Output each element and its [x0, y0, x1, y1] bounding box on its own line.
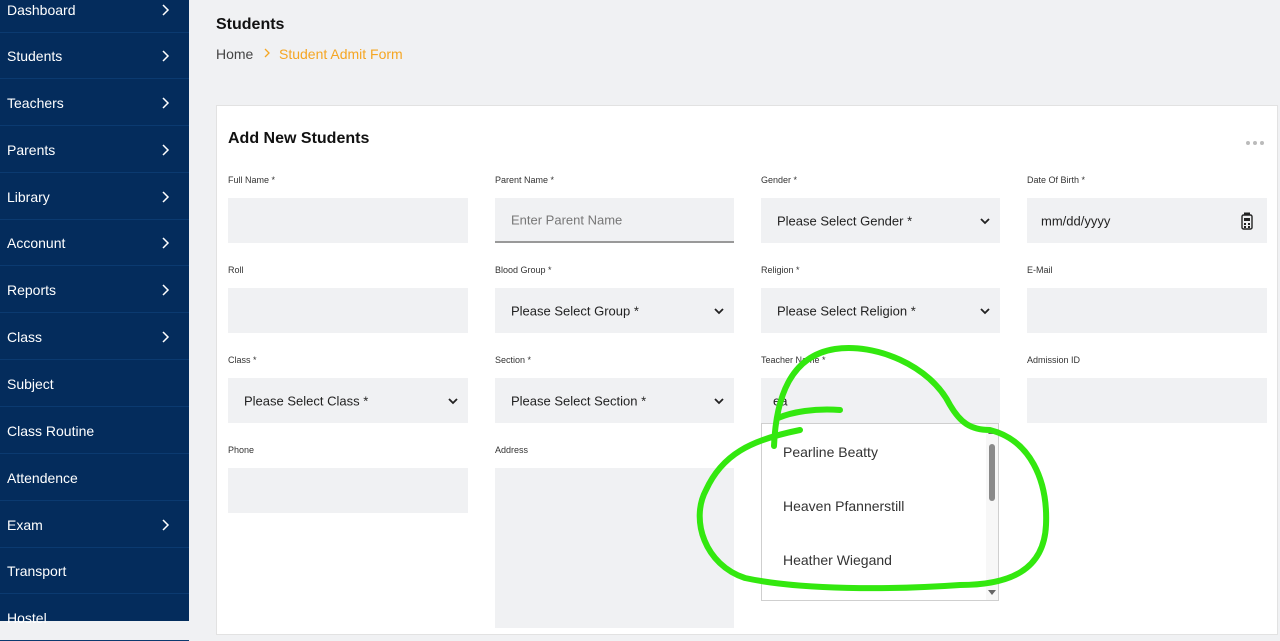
email-label: E-Mail	[1027, 265, 1053, 275]
sidebar-item-dashboard[interactable]: Dashboard	[0, 0, 189, 33]
teacher-name-label: Teacher Name *	[761, 355, 826, 365]
address-label: Address	[495, 445, 529, 455]
sidebar-item-exam[interactable]: Exam	[0, 502, 189, 548]
religion-label: Religion *	[761, 265, 800, 275]
sidebar-item-class-routine[interactable]: Class Routine	[0, 408, 189, 454]
suggestion-item[interactable]: Heather Wiegand	[783, 552, 892, 568]
gender-select[interactable]: Please Select Gender *	[761, 198, 1000, 243]
sidebar-item-hostel[interactable]: Hostel	[0, 595, 189, 641]
sidebar-item-label: Exam	[7, 516, 43, 533]
full-name-input[interactable]	[228, 198, 468, 243]
dob-input[interactable]: mm/dd/yyyy	[1027, 198, 1267, 243]
gender-selected: Please Select Gender *	[777, 213, 913, 228]
section-label: Section *	[495, 355, 532, 365]
chevron-right-icon	[162, 143, 170, 156]
sidebar-item-label: Transport	[7, 562, 67, 579]
sidebar-item-teachers[interactable]: Teachers	[0, 80, 189, 126]
gender-label: Gender *	[761, 175, 798, 185]
phone-label: Phone	[228, 445, 255, 455]
parent-name-input[interactable]: Enter Parent Name	[495, 198, 734, 243]
full-name-label: Full Name *	[228, 175, 276, 185]
chevron-right-icon	[162, 3, 170, 16]
chevron-right-icon	[162, 49, 170, 62]
sidebar-item-label: Acconunt	[7, 234, 66, 251]
suggestion-item[interactable]: Pearline Beatty	[783, 444, 878, 460]
chevron-down-icon	[980, 217, 990, 224]
sidebar-item-label: Hostel	[7, 609, 47, 626]
admission-id-input[interactable]	[1027, 378, 1267, 423]
sidebar-item-parents[interactable]: Parents	[0, 127, 189, 173]
phone-input[interactable]	[228, 468, 468, 513]
roll-label: Roll	[228, 265, 244, 275]
chevron-down-icon	[714, 307, 724, 314]
sidebar-item-label: Library	[7, 188, 50, 205]
address-textarea[interactable]	[495, 468, 734, 628]
class-selected: Please Select Class *	[244, 393, 369, 408]
class-select[interactable]: Please Select Class *	[228, 378, 468, 423]
sidebar-item-account[interactable]: Acconunt	[0, 220, 189, 266]
scrollbar-thumb[interactable]	[989, 444, 995, 501]
sidebar-item-label: Dashboard	[7, 1, 76, 18]
chevron-right-icon	[162, 283, 170, 296]
teacher-name-input[interactable]: ea	[761, 378, 1000, 423]
dob-value: mm/dd/yyyy	[1041, 213, 1111, 228]
chevron-down-icon	[714, 397, 724, 404]
breadcrumb-home[interactable]: Home	[216, 46, 253, 62]
blood-group-select[interactable]: Please Select Group *	[495, 288, 734, 333]
blood-group-selected: Please Select Group *	[511, 303, 639, 318]
sidebar-item-subject[interactable]: Subject	[0, 361, 189, 407]
sidebar-item-students[interactable]: Students	[0, 33, 189, 79]
page-title: Students	[216, 16, 285, 33]
sidebar-item-library[interactable]: Library	[0, 174, 189, 220]
chevron-right-icon	[162, 518, 170, 531]
admission-id-label: Admission ID	[1027, 355, 1081, 365]
parent-name-placeholder: Enter Parent Name	[511, 212, 623, 227]
sidebar-item-reports[interactable]: Reports	[0, 267, 189, 313]
chevron-right-icon	[162, 190, 170, 203]
teacher-name-value: ea	[773, 393, 788, 408]
roll-input[interactable]	[228, 288, 468, 333]
sidebar-item-transport[interactable]: Transport	[0, 548, 189, 594]
sidebar: Dashboard Students Teachers Parents Libr…	[0, 0, 189, 641]
sidebar-item-label: Attendence	[7, 469, 78, 486]
email-input[interactable]	[1027, 288, 1267, 333]
chevron-down-icon	[448, 397, 458, 404]
religion-selected: Please Select Religion *	[777, 303, 916, 318]
sidebar-item-label: Students	[7, 47, 63, 64]
chevron-right-icon	[162, 330, 170, 343]
sidebar-item-label: Parents	[7, 141, 56, 158]
religion-select[interactable]: Please Select Religion *	[761, 288, 1000, 333]
chevron-down-icon	[980, 307, 990, 314]
sidebar-item-label: Reports	[7, 281, 57, 298]
scroll-up-icon[interactable]	[988, 428, 996, 434]
dob-label: Date Of Birth *	[1027, 175, 1086, 185]
card-title: Add New Students	[228, 130, 370, 147]
section-select[interactable]: Please Select Section *	[495, 378, 734, 423]
form-card	[216, 105, 1278, 635]
section-selected: Please Select Section *	[511, 393, 647, 408]
sidebar-item-attendence[interactable]: Attendence	[0, 455, 189, 501]
class-label: Class *	[228, 355, 257, 365]
sidebar-item-class[interactable]: Class	[0, 314, 189, 360]
suggestion-item[interactable]: Heaven Pfannerstill	[783, 498, 904, 514]
chevron-right-icon	[162, 96, 170, 109]
sidebar-item-label: Class Routine	[7, 422, 95, 439]
blood-group-label: Blood Group *	[495, 265, 552, 275]
sidebar-item-label: Subject	[7, 375, 54, 392]
calendar-icon[interactable]	[1241, 212, 1253, 230]
scroll-down-icon[interactable]	[988, 590, 996, 596]
chevron-right-icon	[162, 236, 170, 249]
chevron-right-icon	[264, 48, 270, 58]
sidebar-item-label: Teachers	[7, 94, 64, 111]
sidebar-item-label: Class	[7, 328, 43, 345]
parent-name-label: Parent Name *	[495, 175, 555, 185]
breadcrumb-current: Student Admit Form	[279, 46, 403, 62]
teacher-suggestions-list: Pearline Beatty Heaven Pfannerstill Heat…	[761, 423, 999, 601]
